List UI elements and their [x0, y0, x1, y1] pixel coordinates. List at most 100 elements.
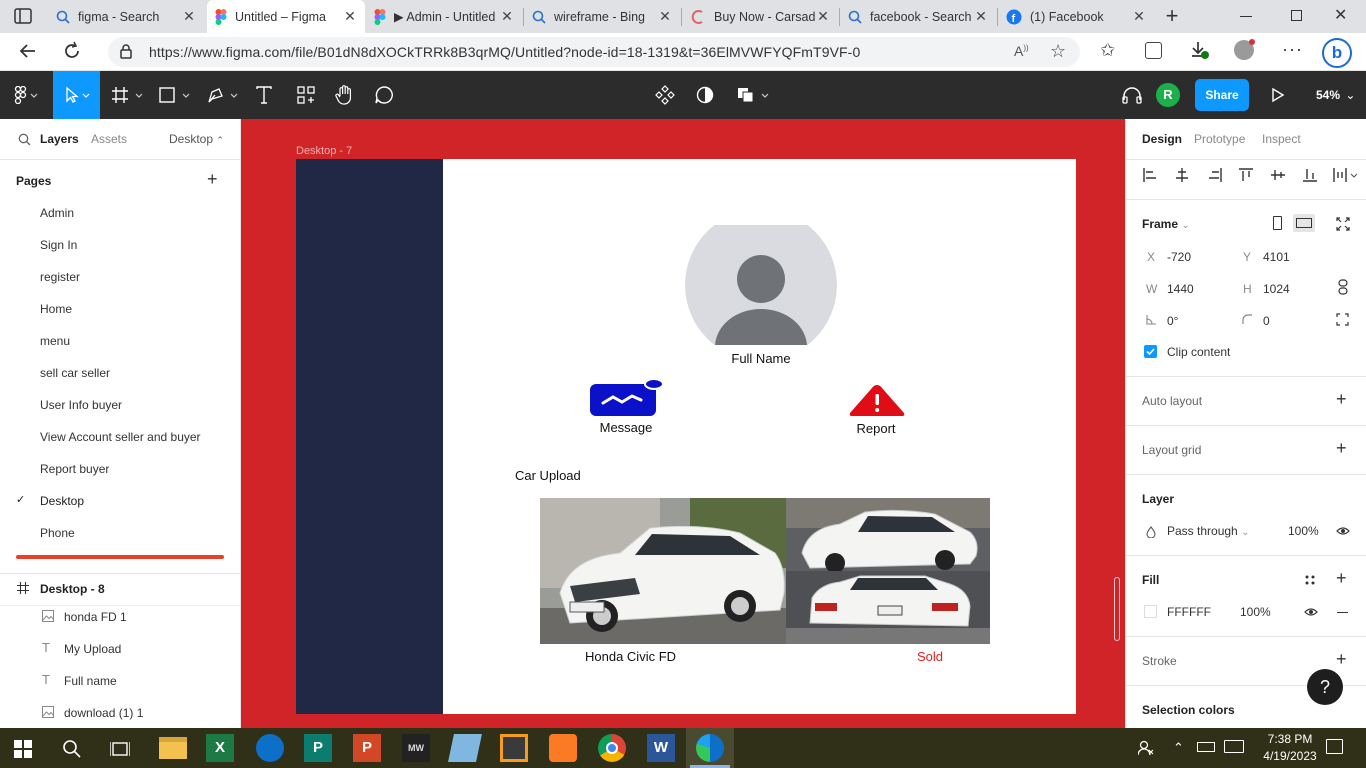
- align-left-icon[interactable]: [1143, 168, 1157, 182]
- add-layout-grid-button[interactable]: +: [1336, 438, 1347, 459]
- align-right-icon[interactable]: [1208, 168, 1222, 182]
- tab-figma-search[interactable]: figma - Search ✕: [48, 0, 204, 33]
- blend-mode-dropdown[interactable]: Pass through ⌄: [1167, 524, 1249, 538]
- help-button[interactable]: ?: [1307, 669, 1343, 705]
- notifications-icon[interactable]: [1326, 739, 1343, 754]
- clock-date[interactable]: 4/19/2023: [1255, 749, 1325, 763]
- close-window-button[interactable]: ✕: [1334, 5, 1347, 25]
- bing-icon[interactable]: b: [1322, 38, 1352, 68]
- remove-fill-button[interactable]: [1337, 612, 1348, 614]
- tab-untitled-figma[interactable]: Untitled – Figma ✕: [207, 0, 365, 33]
- align-bottom-icon[interactable]: [1303, 168, 1317, 182]
- back-button[interactable]: [18, 41, 38, 61]
- mask-icon[interactable]: [692, 71, 718, 119]
- align-top-icon[interactable]: [1239, 168, 1253, 182]
- frame-tool-button[interactable]: [108, 71, 148, 119]
- layer-item[interactable]: My Upload: [64, 642, 121, 656]
- page-item-phone[interactable]: Phone: [40, 526, 75, 540]
- task-view-icon[interactable]: [110, 740, 130, 758]
- text-tool-button[interactable]: [250, 71, 278, 119]
- shape-tool-button[interactable]: [155, 71, 195, 119]
- keyboard-icon[interactable]: [1224, 740, 1244, 753]
- fill-hex-input[interactable]: FFFFFF: [1167, 605, 1211, 619]
- url-field[interactable]: https://www.figma.com/file/B01dN8dXOCkTR…: [108, 37, 1080, 67]
- read-aloud-icon[interactable]: A)): [1014, 43, 1029, 59]
- rotation-input[interactable]: 0°: [1167, 314, 1178, 328]
- h-input[interactable]: 1024: [1263, 282, 1290, 296]
- tab-facebook[interactable]: f (1) Facebook ✕: [998, 0, 1154, 33]
- eye-icon[interactable]: [1304, 607, 1318, 617]
- headphones-icon[interactable]: [1120, 71, 1144, 119]
- tab-wireframe-bing[interactable]: wireframe - Bing ✕: [524, 0, 680, 33]
- tab-design[interactable]: Design: [1142, 132, 1182, 146]
- close-icon[interactable]: ✕: [182, 9, 196, 23]
- tab-assets[interactable]: Assets: [91, 132, 127, 146]
- tab-buy-now-carsad[interactable]: Buy Now - Carsad ✕: [682, 0, 838, 33]
- excel-icon[interactable]: X: [206, 734, 234, 762]
- car-image[interactable]: [540, 498, 990, 644]
- app-icon[interactable]: [448, 734, 482, 762]
- resize-to-fit-icon[interactable]: [1336, 217, 1350, 231]
- clip-content-checkbox[interactable]: [1144, 345, 1157, 358]
- page-item-menu[interactable]: menu: [40, 334, 70, 348]
- search-icon[interactable]: [62, 739, 82, 759]
- message-icon[interactable]: [589, 378, 665, 418]
- new-tab-button[interactable]: +: [1162, 5, 1182, 27]
- xampp-icon[interactable]: [549, 734, 577, 762]
- main-menu-button[interactable]: [8, 71, 44, 119]
- chrome-icon[interactable]: [598, 734, 626, 762]
- nfs-game-icon[interactable]: MW: [402, 734, 430, 762]
- fill-swatch[interactable]: [1144, 605, 1157, 618]
- layer-item[interactable]: Full name: [64, 674, 117, 688]
- clock-time[interactable]: 7:38 PM: [1260, 732, 1320, 746]
- constrain-proportions-icon[interactable]: [1338, 279, 1348, 295]
- present-icon[interactable]: [1268, 71, 1288, 119]
- vertical-scrollbar[interactable]: [1114, 577, 1120, 641]
- battery-icon[interactable]: [1197, 742, 1215, 752]
- restore-button[interactable]: [1291, 10, 1302, 21]
- page-item-view-account[interactable]: View Account seller and buyer: [40, 430, 201, 444]
- portrait-icon[interactable]: [1273, 216, 1282, 230]
- layer-frame-desktop-8[interactable]: Desktop - 8: [40, 582, 105, 596]
- publisher-icon[interactable]: P: [304, 734, 332, 762]
- tab-inspect[interactable]: Inspect: [1262, 132, 1301, 146]
- eye-icon[interactable]: [1336, 526, 1350, 536]
- page-item-desktop[interactable]: Desktop: [40, 494, 84, 508]
- move-tool-button[interactable]: [53, 71, 100, 119]
- page-item-report-buyer[interactable]: Report buyer: [40, 462, 109, 476]
- page-select[interactable]: Desktop ⌃: [169, 132, 224, 146]
- panel-resize-handle[interactable]: [16, 555, 224, 559]
- frame-label[interactable]: Desktop - 7: [296, 145, 352, 157]
- add-auto-layout-button[interactable]: +: [1336, 389, 1347, 410]
- component-icon[interactable]: [652, 71, 678, 119]
- user-avatar[interactable]: R: [1156, 83, 1180, 107]
- design-canvas[interactable]: Desktop - 7 Full Name Message Report Car…: [241, 119, 1125, 728]
- page-item-register[interactable]: register: [40, 270, 80, 284]
- add-favorite-icon[interactable]: ☆: [1050, 41, 1066, 62]
- page-item-sign-in[interactable]: Sign In: [40, 238, 77, 252]
- zoom-dropdown[interactable]: 54% ⌄: [1316, 88, 1355, 102]
- more-icon[interactable]: ···: [1282, 39, 1303, 60]
- word-icon[interactable]: W: [647, 734, 675, 762]
- landscape-icon[interactable]: [1293, 214, 1315, 232]
- downloads-icon[interactable]: [1190, 40, 1210, 60]
- style-grid-icon[interactable]: [1304, 574, 1316, 586]
- distribute-icon[interactable]: [1333, 168, 1359, 182]
- close-icon[interactable]: ✕: [500, 9, 514, 23]
- corner-radius-input[interactable]: 0: [1263, 314, 1270, 328]
- layer-opacity-input[interactable]: 100%: [1288, 524, 1319, 538]
- align-center-v-icon[interactable]: [1271, 168, 1285, 182]
- tab-admin-untitled[interactable]: ▶ Admin - Untitled ✕: [366, 0, 522, 33]
- warning-icon[interactable]: [847, 383, 907, 417]
- page-item-sell-car-seller[interactable]: sell car seller: [40, 366, 110, 380]
- close-icon[interactable]: ✕: [974, 9, 988, 23]
- tab-actions-icon[interactable]: [14, 8, 32, 24]
- edge-icon[interactable]: [256, 734, 284, 762]
- independent-corners-icon[interactable]: [1336, 313, 1349, 326]
- powerpoint-icon[interactable]: P: [353, 734, 381, 762]
- share-button[interactable]: Share: [1195, 79, 1249, 111]
- lock-icon[interactable]: [119, 44, 133, 60]
- pen-tool-button[interactable]: [203, 71, 243, 119]
- edge-active-icon[interactable]: [686, 728, 734, 768]
- collections-icon[interactable]: [1145, 42, 1162, 59]
